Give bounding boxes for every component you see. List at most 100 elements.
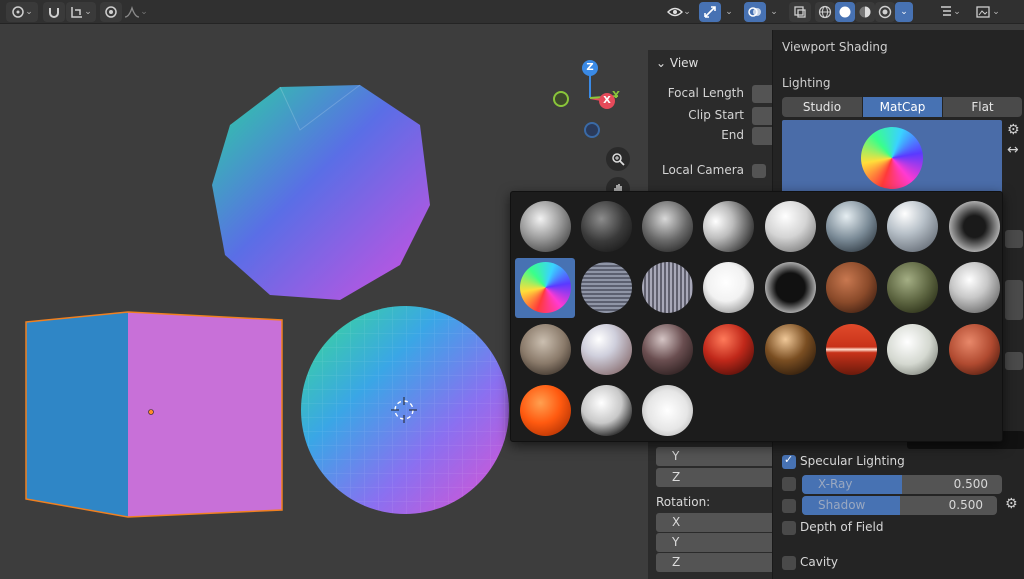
xray-toggle[interactable] — [789, 2, 811, 22]
gizmo-neg-z-axis[interactable] — [584, 122, 600, 138]
depth-of-field-checkbox[interactable] — [782, 521, 796, 535]
color-options-field[interactable] — [1005, 280, 1023, 320]
matcap-option[interactable] — [883, 258, 943, 318]
visibility-button[interactable]: ⌄ — [664, 2, 694, 22]
matcap-sphere-thumbnail — [764, 323, 816, 375]
xray-checkbox[interactable] — [782, 477, 796, 491]
falloff-button[interactable]: ⌄ — [122, 2, 150, 22]
matcap-option[interactable] — [638, 196, 698, 256]
matcap-option[interactable] — [515, 381, 575, 441]
overlays-dropdown[interactable]: ⌄ — [767, 2, 781, 22]
gear-icon[interactable]: ⚙ — [1007, 122, 1020, 138]
matcap-option[interactable] — [638, 319, 698, 379]
rotation-z-field[interactable]: Z — [656, 553, 776, 572]
overlays-toggle[interactable] — [744, 2, 766, 22]
matcap-sphere-thumbnail — [887, 262, 939, 313]
matcap-sphere-thumbnail — [580, 385, 632, 436]
matcap-option[interactable] — [699, 196, 759, 256]
navigation-gizmo[interactable]: Z X Y — [550, 58, 630, 138]
snap-target-button[interactable]: ⌄ — [66, 2, 96, 22]
lighting-flat-button[interactable]: Flat — [943, 97, 1022, 117]
xray-slider[interactable]: X-Ray 0.500 — [802, 475, 1002, 494]
shading-popover-button[interactable]: ⌄ — [895, 2, 913, 22]
shadow-checkbox[interactable] — [782, 499, 796, 513]
local-camera-checkbox[interactable] — [752, 164, 766, 178]
chevron-down-icon: ⌄ — [770, 7, 778, 17]
matcap-sphere-thumbnail — [642, 262, 694, 313]
zoom-button[interactable] — [606, 147, 630, 171]
matcap-option[interactable] — [515, 257, 575, 318]
shading-rendered-button[interactable] — [875, 2, 895, 22]
chevron-down-icon: ⌄ — [140, 7, 148, 17]
matcap-option[interactable] — [822, 258, 882, 318]
gizmo-dropdown[interactable]: ⌄ — [722, 2, 736, 22]
shadow-slider[interactable]: Shadow 0.500 — [802, 496, 997, 515]
matcap-sphere-thumbnail — [703, 200, 755, 252]
background-color-field[interactable] — [1005, 230, 1023, 248]
view-panel-header[interactable]: ⌄ View — [656, 56, 698, 70]
flip-icon[interactable]: ↔ — [1007, 142, 1019, 158]
matcap-preview-button[interactable] — [782, 120, 1002, 195]
matcap-sphere-thumbnail — [703, 262, 755, 313]
matcap-option[interactable] — [576, 381, 636, 441]
rotation-y-field[interactable]: Y — [656, 533, 776, 552]
matcap-option[interactable] — [760, 196, 820, 256]
cube-object[interactable] — [25, 311, 283, 518]
matcap-option[interactable] — [883, 196, 943, 256]
specular-lighting-checkbox[interactable] — [782, 453, 796, 469]
location-y-field[interactable]: Y — [656, 447, 776, 466]
matcap-sphere-thumbnail — [948, 200, 1000, 252]
matcap-option[interactable] — [515, 196, 575, 256]
lighting-matcap-button[interactable]: MatCap — [863, 97, 942, 117]
material-sphere-icon — [859, 6, 871, 18]
matcap-sphere-thumbnail — [519, 385, 571, 436]
matcap-option[interactable] — [944, 319, 1004, 379]
display-mode-button[interactable]: ⌄ — [972, 2, 1004, 22]
shading-wireframe-button[interactable] — [815, 2, 835, 22]
cavity-checkbox[interactable] — [782, 556, 796, 570]
matcap-option[interactable] — [883, 319, 943, 379]
overlays-icon — [748, 7, 761, 17]
matcap-preview-sphere — [861, 126, 923, 189]
chevron-down-icon: ⌄ — [953, 7, 961, 17]
matcap-option[interactable] — [576, 196, 636, 256]
transform-pivot-button[interactable]: ⌄ — [6, 2, 38, 22]
clip-end-label: End — [721, 128, 744, 142]
gizmo-z-axis[interactable]: Z — [582, 60, 598, 76]
lighting-studio-button[interactable]: Studio — [782, 97, 862, 117]
rotation-x-field[interactable]: X — [656, 513, 776, 532]
uv-sphere-object[interactable] — [301, 306, 509, 514]
specular-lighting-label: Specular Lighting — [800, 454, 905, 468]
matcap-option[interactable] — [944, 196, 1004, 256]
shading-solid-button[interactable] — [835, 2, 855, 22]
matcap-option[interactable] — [515, 319, 575, 379]
matcap-option[interactable] — [760, 319, 820, 379]
local-camera-label: Local Camera — [661, 163, 744, 177]
matcap-option[interactable] — [699, 258, 759, 318]
matcap-sphere-thumbnail — [948, 262, 1000, 313]
single-color-field[interactable] — [1005, 352, 1023, 370]
matcap-option[interactable] — [638, 258, 698, 318]
chevron-down-icon: ⌄ — [683, 7, 691, 17]
matcap-option[interactable] — [576, 319, 636, 379]
matcap-option[interactable] — [699, 319, 759, 379]
matcap-option[interactable] — [576, 258, 636, 318]
matcap-option[interactable] — [760, 258, 820, 318]
gizmo-neg-y-axis[interactable] — [553, 91, 569, 107]
editor-type-button[interactable]: ⌄ — [934, 2, 966, 22]
gizmo-y-axis[interactable]: Y — [609, 89, 623, 103]
shading-material-button[interactable] — [855, 2, 875, 22]
proportional-edit-toggle[interactable] — [100, 2, 122, 22]
matcap-sphere-thumbnail — [887, 200, 939, 252]
proportional-edit-icon — [105, 6, 117, 18]
matcap-option[interactable] — [944, 258, 1004, 318]
snap-toggle[interactable] — [43, 2, 65, 22]
matcap-option[interactable] — [638, 381, 698, 441]
matcap-option[interactable] — [822, 319, 882, 379]
location-z-field[interactable]: Z — [656, 468, 776, 487]
solid-sphere-icon — [839, 6, 851, 18]
gizmo-toggle[interactable] — [699, 2, 721, 22]
shadow-settings-gear-icon[interactable]: ⚙ — [1005, 496, 1018, 512]
icosphere-object[interactable] — [212, 84, 430, 300]
matcap-option[interactable] — [822, 196, 882, 256]
